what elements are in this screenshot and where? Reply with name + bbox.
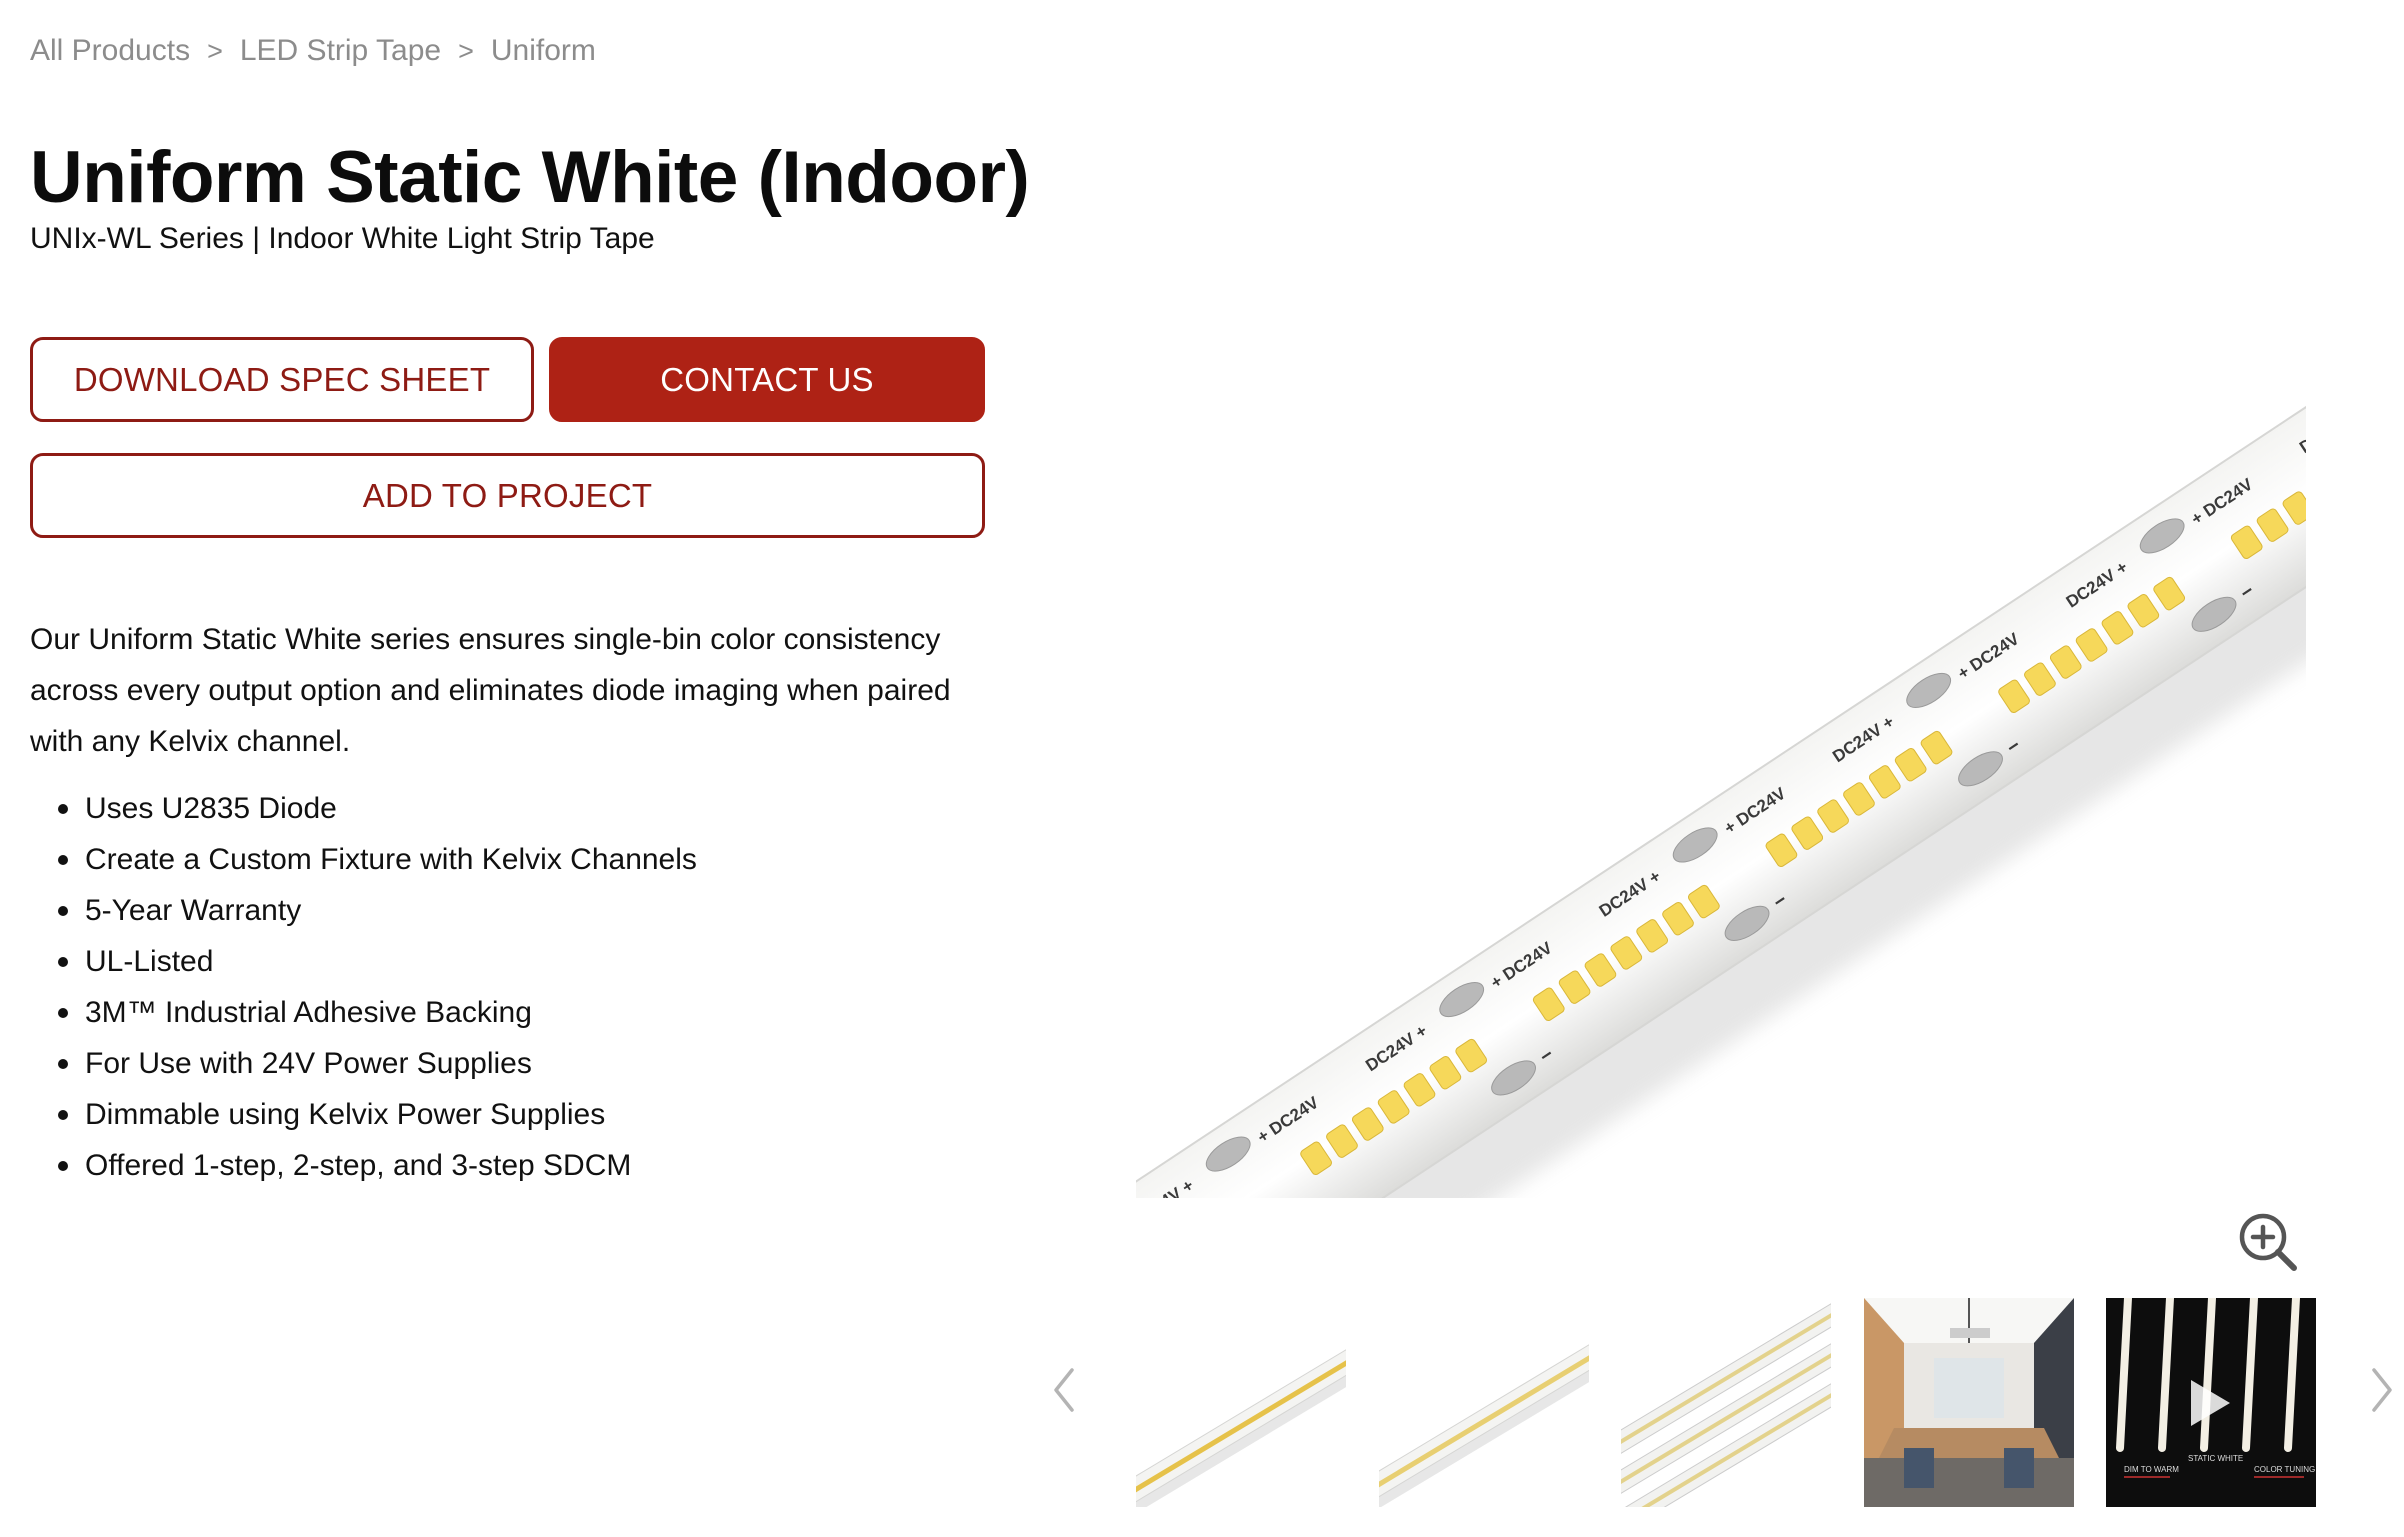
- breadcrumb-led-strip-tape[interactable]: LED Strip Tape: [240, 34, 441, 68]
- page-title: Uniform Static White (Indoor): [30, 137, 1030, 218]
- breadcrumb: All Products > LED Strip Tape > Uniform: [30, 30, 596, 72]
- video-thumbnail[interactable]: DIM TO WARM STATIC WHITE COLOR TUNING: [2106, 1298, 2316, 1507]
- bullet-icon: [58, 804, 68, 814]
- bullet-icon: [58, 957, 68, 967]
- product-main-image[interactable]: DC24V ++ DC24V−DC24V ++ DC24V−DC24V ++ D…: [1136, 198, 2306, 1198]
- feature-text: Create a Custom Fixture with Kelvix Chan…: [85, 843, 697, 876]
- add-to-project-button[interactable]: ADD TO PROJECT: [30, 453, 985, 538]
- gallery-thumbnail[interactable]: [1136, 1298, 1346, 1507]
- breadcrumb-all-products[interactable]: All Products: [30, 34, 190, 68]
- product-subtitle: UNIx-WL Series | Indoor White Light Stri…: [30, 222, 655, 255]
- contact-us-button[interactable]: CONTACT US: [549, 337, 985, 422]
- feature-item: Create a Custom Fixture with Kelvix Chan…: [30, 834, 697, 885]
- feature-text: Uses U2835 Diode: [85, 792, 337, 825]
- feature-item: UL-Listed: [30, 936, 697, 987]
- feature-item: For Use with 24V Power Supplies: [30, 1038, 697, 1089]
- bullet-icon: [58, 1110, 68, 1120]
- chevron-right-icon[interactable]: [2362, 1360, 2402, 1420]
- gallery-thumbnail[interactable]: [1379, 1298, 1589, 1507]
- gallery-thumbnail[interactable]: [1864, 1298, 2074, 1507]
- feature-item: 3M™ Industrial Adhesive Backing: [30, 987, 697, 1038]
- breadcrumb-uniform[interactable]: Uniform: [491, 34, 596, 68]
- feature-text: Dimmable using Kelvix Power Supplies: [85, 1098, 606, 1131]
- feature-text: Offered 1-step, 2-step, and 3-step SDCM: [85, 1149, 632, 1182]
- bullet-icon: [58, 1059, 68, 1069]
- svg-text:COLOR TUNING: COLOR TUNING: [2254, 1465, 2315, 1474]
- feature-list: Uses U2835 Diode Create a Custom Fixture…: [30, 783, 697, 1191]
- svg-text:DIM TO WARM: DIM TO WARM: [2124, 1465, 2179, 1474]
- svg-text:STATIC WHITE: STATIC WHITE: [2188, 1454, 2243, 1463]
- bullet-icon: [58, 1161, 68, 1171]
- feature-item: Dimmable using Kelvix Power Supplies: [30, 1089, 697, 1140]
- breadcrumb-separator: >: [458, 35, 474, 66]
- gallery-thumbnail[interactable]: [1621, 1298, 1831, 1507]
- feature-text: UL-Listed: [85, 945, 214, 978]
- feature-text: 3M™ Industrial Adhesive Backing: [85, 996, 532, 1029]
- bullet-icon: [58, 906, 68, 916]
- product-description: Our Uniform Static White series ensures …: [30, 623, 951, 758]
- bullet-icon: [58, 1008, 68, 1018]
- bullet-icon: [58, 855, 68, 865]
- feature-text: For Use with 24V Power Supplies: [85, 1047, 532, 1080]
- zoom-in-icon[interactable]: [2236, 1210, 2300, 1274]
- breadcrumb-separator: >: [207, 35, 223, 66]
- chevron-left-icon[interactable]: [1044, 1360, 1084, 1420]
- feature-item: Offered 1-step, 2-step, and 3-step SDCM: [30, 1140, 697, 1191]
- feature-text: 5-Year Warranty: [85, 894, 302, 927]
- feature-item: Uses U2835 Diode: [30, 783, 697, 834]
- feature-item: 5-Year Warranty: [30, 885, 697, 936]
- led-strip-image: DC24V ++ DC24V−DC24V ++ DC24V−DC24V ++ D…: [1136, 369, 2306, 1198]
- download-spec-sheet-button[interactable]: DOWNLOAD SPEC SHEET: [30, 337, 534, 422]
